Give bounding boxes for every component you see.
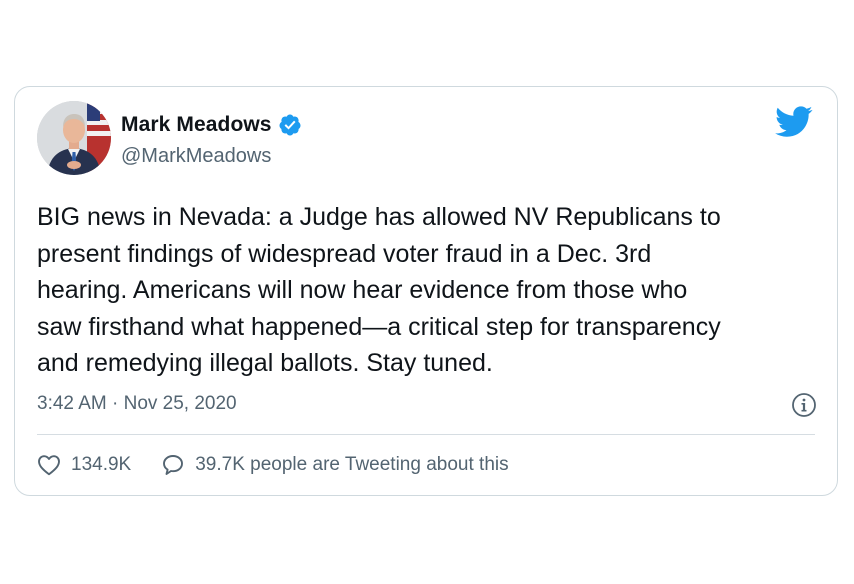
speech-bubble-icon xyxy=(161,453,185,477)
author-name-row: Mark Meadows xyxy=(121,113,302,137)
action-divider xyxy=(37,434,815,435)
author-display-name[interactable]: Mark Meadows xyxy=(121,113,272,137)
conversation-count-text: 39.7K people are Tweeting about this xyxy=(195,454,509,475)
author-avatar[interactable] xyxy=(37,101,111,175)
info-icon[interactable] xyxy=(791,392,817,418)
tweet-card[interactable]: Mark Meadows @MarkMeadows BIG news in Ne… xyxy=(14,86,838,496)
tweet-timestamp[interactable]: 3:42 AM · Nov 25, 2020 xyxy=(37,393,237,415)
heart-icon xyxy=(37,454,61,476)
author-handle[interactable]: @MarkMeadows xyxy=(121,145,271,168)
tweet-actions-bar: 134.9K 39.7K people are Tweeting about t… xyxy=(37,453,509,477)
avatar-photo-image xyxy=(37,101,111,175)
like-button[interactable]: 134.9K xyxy=(37,454,131,476)
twitter-bird-icon[interactable] xyxy=(775,105,813,139)
tweet-body-text: BIG news in Nevada: a Judge has allowed … xyxy=(37,203,721,377)
verified-badge-icon xyxy=(278,113,302,137)
like-count: 134.9K xyxy=(71,454,132,475)
conversation-button[interactable]: 39.7K people are Tweeting about this xyxy=(161,453,509,477)
